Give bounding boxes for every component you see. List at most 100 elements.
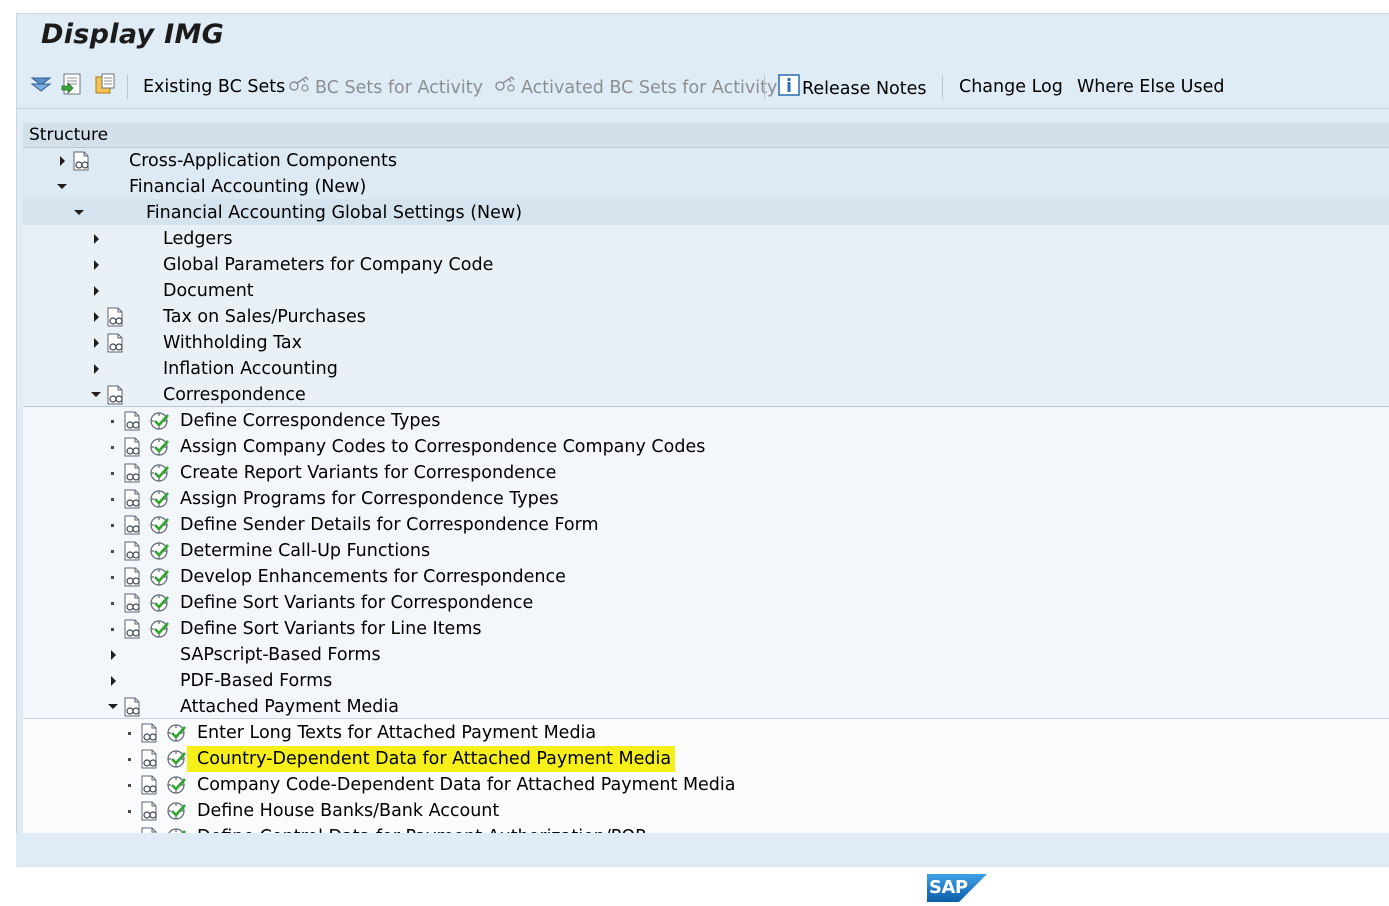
- documentation-icon[interactable]: [139, 749, 161, 769]
- tree-node[interactable]: Define House Banks/Bank Account: [23, 798, 1389, 824]
- execute-activity-icon[interactable]: [149, 437, 171, 457]
- tree-node-label[interactable]: Cross-Application Components: [129, 148, 397, 174]
- execute-activity-icon[interactable]: [166, 723, 188, 743]
- tree-node-label[interactable]: Develop Enhancements for Correspondence: [180, 564, 566, 590]
- tree-node[interactable]: Inflation Accounting: [23, 356, 1389, 382]
- documentation-icon[interactable]: [122, 697, 144, 717]
- tree-node-label[interactable]: Inflation Accounting: [163, 356, 338, 382]
- collapse-node-icon[interactable]: [89, 382, 103, 408]
- documentation-icon[interactable]: [139, 801, 161, 821]
- tree-node[interactable]: Assign Programs for Correspondence Types: [23, 486, 1389, 512]
- expand-node-icon[interactable]: [89, 304, 103, 330]
- tree-node[interactable]: Ledgers: [23, 226, 1389, 252]
- tree-node[interactable]: Country-Dependent Data for Attached Paym…: [23, 746, 1389, 772]
- tree-node[interactable]: Determine Call-Up Functions: [23, 538, 1389, 564]
- tree-node-label[interactable]: Financial Accounting Global Settings (Ne…: [146, 200, 522, 226]
- collapse-node-icon[interactable]: [55, 174, 69, 200]
- tree-node-label[interactable]: Ledgers: [163, 226, 233, 252]
- execute-activity-icon[interactable]: [149, 489, 171, 509]
- expand-subtree-icon[interactable]: [29, 72, 53, 96]
- tree-node[interactable]: Withholding Tax: [23, 330, 1389, 356]
- expand-node-icon[interactable]: [106, 668, 120, 694]
- documentation-icon[interactable]: [105, 307, 127, 327]
- documentation-icon[interactable]: [71, 151, 93, 171]
- execute-activity-icon[interactable]: [166, 775, 188, 795]
- tree-node-label[interactable]: Attached Payment Media: [180, 694, 399, 720]
- tree-node-label[interactable]: Define Sender Details for Correspondence…: [180, 512, 599, 538]
- tree-node-label[interactable]: Define House Banks/Bank Account: [197, 798, 499, 824]
- clipboard-icon[interactable]: [93, 72, 117, 96]
- documentation-icon[interactable]: [122, 463, 144, 483]
- tree-node[interactable]: Document: [23, 278, 1389, 304]
- tree-node[interactable]: Define Control Data for Payment Authoriz…: [23, 824, 1389, 833]
- documentation-icon[interactable]: [122, 489, 144, 509]
- expand-node-icon[interactable]: [106, 642, 120, 668]
- release-notes-button[interactable]: Release Notes: [778, 74, 926, 100]
- tree-node-label[interactable]: Create Report Variants for Correspondenc…: [180, 460, 556, 486]
- execute-activity-icon[interactable]: [166, 801, 188, 821]
- tree-node[interactable]: Enter Long Texts for Attached Payment Me…: [23, 720, 1389, 746]
- collapse-node-icon[interactable]: [72, 200, 86, 226]
- tree-node-label[interactable]: Document: [163, 278, 254, 304]
- tree-node[interactable]: Company Code-Dependent Data for Attached…: [23, 772, 1389, 798]
- execute-activity-icon[interactable]: [149, 593, 171, 613]
- tree-node-label[interactable]: Define Sort Variants for Correspondence: [180, 590, 533, 616]
- tree-node-label[interactable]: Define Sort Variants for Line Items: [180, 616, 481, 642]
- tree-node-label[interactable]: Withholding Tax: [163, 330, 302, 356]
- documentation-icon[interactable]: [122, 437, 144, 457]
- tree-node[interactable]: Tax on Sales/Purchases: [23, 304, 1389, 330]
- tree-node[interactable]: Financial Accounting Global Settings (Ne…: [23, 200, 1389, 226]
- tree-node-label[interactable]: SAPscript-Based Forms: [180, 642, 381, 668]
- tree-node[interactable]: Define Sort Variants for Correspondence: [23, 590, 1389, 616]
- tree-node-label[interactable]: Enter Long Texts for Attached Payment Me…: [197, 720, 596, 746]
- tree-node[interactable]: Financial Accounting (New): [23, 174, 1389, 200]
- add-favorite-icon[interactable]: [60, 72, 84, 96]
- documentation-icon[interactable]: [122, 619, 144, 639]
- documentation-icon[interactable]: [122, 541, 144, 561]
- execute-activity-icon[interactable]: [149, 619, 171, 639]
- activated-bc-sets-button[interactable]: Activated BC Sets for Activity: [493, 74, 777, 100]
- expand-node-icon[interactable]: [89, 330, 103, 356]
- documentation-icon[interactable]: [122, 593, 144, 613]
- tree-node-label[interactable]: Define Control Data for Payment Authoriz…: [197, 824, 647, 833]
- tree-node[interactable]: Develop Enhancements for Correspondence: [23, 564, 1389, 590]
- tree-node-label[interactable]: PDF-Based Forms: [180, 668, 332, 694]
- tree-node-label[interactable]: Assign Company Codes to Correspondence C…: [180, 434, 705, 460]
- expand-node-icon[interactable]: [89, 278, 103, 304]
- tree-node-label[interactable]: Tax on Sales/Purchases: [163, 304, 366, 330]
- tree-node[interactable]: Define Sender Details for Correspondence…: [23, 512, 1389, 538]
- execute-activity-icon[interactable]: [149, 411, 171, 431]
- tree-node[interactable]: Define Sort Variants for Line Items: [23, 616, 1389, 642]
- tree-node[interactable]: Correspondence: [23, 382, 1389, 408]
- execute-activity-icon[interactable]: [166, 827, 188, 833]
- execute-activity-icon[interactable]: [149, 541, 171, 561]
- bc-sets-for-activity-button[interactable]: BC Sets for Activity: [287, 74, 483, 100]
- tree-node-label[interactable]: Financial Accounting (New): [129, 174, 366, 200]
- execute-activity-icon[interactable]: [149, 463, 171, 483]
- tree-node-label[interactable]: Country-Dependent Data for Attached Paym…: [187, 746, 676, 772]
- existing-bc-sets-button[interactable]: Existing BC Sets: [143, 74, 285, 100]
- execute-activity-icon[interactable]: [149, 567, 171, 587]
- tree-node-label[interactable]: Global Parameters for Company Code: [163, 252, 493, 278]
- documentation-icon[interactable]: [139, 723, 161, 743]
- expand-node-icon[interactable]: [55, 148, 69, 174]
- documentation-icon[interactable]: [139, 775, 161, 795]
- documentation-icon[interactable]: [122, 567, 144, 587]
- documentation-icon[interactable]: [139, 827, 161, 833]
- tree-node[interactable]: Cross-Application Components: [23, 148, 1389, 174]
- collapse-node-icon[interactable]: [106, 694, 120, 720]
- tree-node[interactable]: Global Parameters for Company Code: [23, 252, 1389, 278]
- tree-node[interactable]: Assign Company Codes to Correspondence C…: [23, 434, 1389, 460]
- tree-node-label[interactable]: Determine Call-Up Functions: [180, 538, 430, 564]
- expand-node-icon[interactable]: [89, 356, 103, 382]
- where-else-used-button[interactable]: Where Else Used: [1077, 74, 1224, 100]
- tree-node-label[interactable]: Correspondence: [163, 382, 306, 408]
- expand-node-icon[interactable]: [89, 226, 103, 252]
- tree-node-label[interactable]: Define Correspondence Types: [180, 408, 440, 434]
- tree-node-label[interactable]: Company Code-Dependent Data for Attached…: [197, 772, 736, 798]
- change-log-button[interactable]: Change Log: [959, 74, 1063, 100]
- documentation-icon[interactable]: [105, 333, 127, 353]
- tree-node[interactable]: PDF-Based Forms: [23, 668, 1389, 694]
- execute-activity-icon[interactable]: [149, 515, 171, 535]
- documentation-icon[interactable]: [105, 385, 127, 405]
